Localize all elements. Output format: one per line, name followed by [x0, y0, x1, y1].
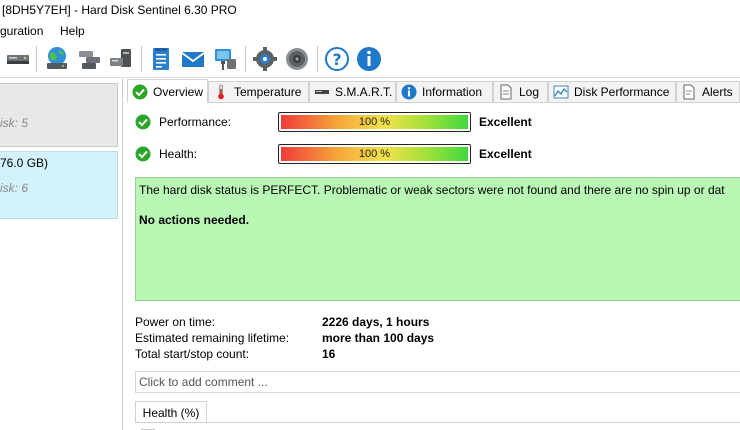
health-percent: 100 % — [358, 148, 391, 160]
title-bar: [8DH5Y7EH] - Hard Disk Sentinel 6.30 PRO — [0, 0, 740, 22]
info-row-start-stop: Total start/stop count: 16 — [135, 347, 555, 363]
check-icon — [135, 114, 151, 130]
info-value: 2226 days, 1 hours — [322, 315, 430, 329]
info-key: Total start/stop count: — [135, 347, 250, 361]
smart-icon — [314, 84, 330, 100]
check-icon — [132, 84, 148, 100]
menu-configuration[interactable]: guration — [0, 24, 43, 38]
speaker-icon[interactable] — [283, 45, 311, 73]
performance-row: Performance: 100 % Excellent — [135, 112, 735, 132]
toolbar: ? — [0, 40, 740, 78]
settings-gear-icon[interactable] — [251, 45, 279, 73]
svg-text:?: ? — [332, 50, 341, 69]
chart-icon — [553, 84, 569, 100]
status-text: The hard disk status is PERFECT. Problem… — [139, 183, 725, 197]
mail-icon[interactable] — [179, 45, 207, 73]
disk-number: isk: 5 — [0, 116, 29, 130]
action-text: No actions needed. — [139, 213, 250, 227]
menu-bar: guration Help — [0, 22, 740, 40]
disk-list-panel: isk: 5 76.0 GB) isk: 6 — [0, 78, 123, 430]
disk-list-item[interactable]: isk: 5 — [0, 83, 118, 147]
check-icon — [135, 146, 151, 162]
tab-bar: Overview Temperature S.M.A.R.T. Informat… — [127, 79, 740, 103]
tab-disk-performance[interactable]: Disk Performance — [548, 81, 676, 102]
chart-tab-divider — [135, 422, 740, 423]
thermometer-icon — [213, 84, 229, 100]
log-icon — [498, 84, 514, 100]
health-bar-fill: 100 % — [281, 147, 468, 161]
info-icon — [401, 84, 417, 100]
tab-health-chart[interactable]: Health (%) — [135, 401, 207, 423]
drive-computer-icon[interactable] — [107, 45, 135, 73]
health-rating: Excellent — [479, 147, 532, 161]
tab-overview[interactable]: Overview — [127, 79, 208, 103]
overview-panel: Performance: 100 % Excellent Health: 100… — [127, 102, 740, 430]
window-title: [8DH5Y7EH] - Hard Disk Sentinel 6.30 PRO — [2, 3, 237, 17]
performance-bar: 100 % — [278, 112, 471, 132]
tab-temperature[interactable]: Temperature — [208, 81, 309, 102]
info-key: Power on time: — [135, 315, 216, 329]
network-drives-icon[interactable] — [76, 45, 104, 73]
menu-help[interactable]: Help — [60, 24, 85, 38]
alerts-icon — [681, 84, 697, 100]
health-label: Health: — [159, 147, 198, 161]
tab-log[interactable]: Log — [493, 81, 548, 102]
info-icon[interactable] — [355, 45, 383, 73]
tab-alerts[interactable]: Alerts — [676, 81, 740, 102]
info-value: 16 — [322, 347, 336, 361]
performance-percent: 100 % — [358, 116, 391, 128]
health-bar: 100 % — [278, 144, 471, 164]
globe-disk-icon[interactable] — [43, 45, 71, 73]
info-row-remaining-lifetime: Estimated remaining lifetime: more than … — [135, 331, 555, 347]
disk-list-item-selected[interactable]: 76.0 GB) isk: 6 — [0, 151, 118, 219]
disk-number: isk: 6 — [0, 181, 29, 195]
disk-size: 76.0 GB) — [0, 156, 49, 170]
tab-information[interactable]: Information — [396, 81, 493, 102]
performance-bar-fill: 100 % — [281, 115, 468, 129]
performance-label: Performance: — [159, 115, 232, 129]
tab-smart[interactable]: S.M.A.R.T. — [309, 81, 396, 102]
disk-icon[interactable] — [4, 45, 32, 73]
comment-input[interactable] — [135, 371, 740, 393]
performance-rating: Excellent — [479, 115, 532, 129]
status-message-box: The hard disk status is PERFECT. Problem… — [135, 177, 740, 301]
info-row-power-on: Power on time: 2226 days, 1 hours — [135, 315, 555, 331]
info-value: more than 100 days — [322, 331, 435, 345]
info-key: Estimated remaining lifetime: — [135, 331, 290, 345]
report-icon[interactable] — [147, 45, 175, 73]
health-row: Health: 100 % Excellent — [135, 144, 735, 164]
help-icon[interactable]: ? — [323, 45, 351, 73]
computer-network-icon[interactable] — [211, 45, 239, 73]
